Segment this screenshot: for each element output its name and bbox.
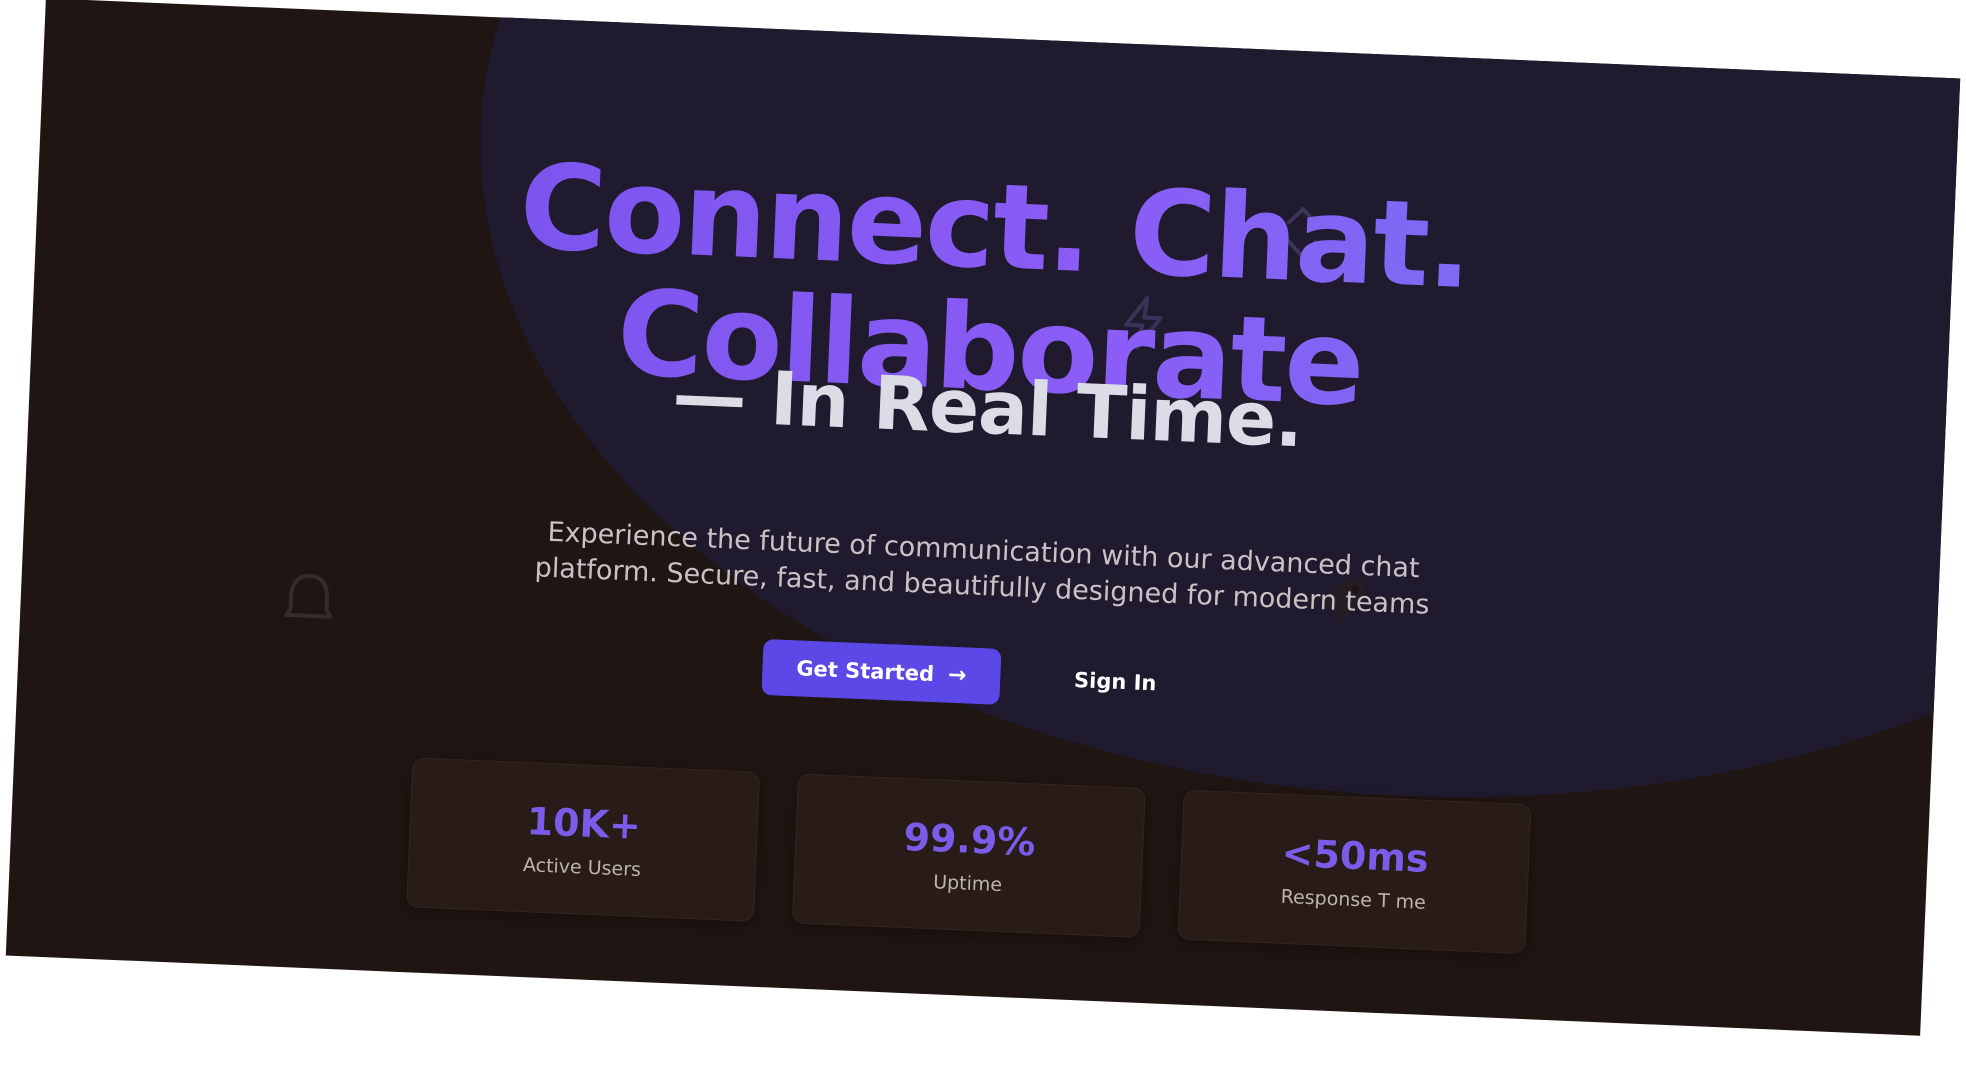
get-started-label: Get Started: [795, 656, 935, 687]
stats-row: 10K+ Active Users 99.9% Uptime <50ms Res…: [9, 741, 1930, 971]
cta-group: Get Started → Sign In: [18, 608, 1935, 744]
hero-section: Connect. Chat. Collaborate — In Real Tim…: [5, 0, 1961, 1036]
stat-label: Uptime: [932, 871, 1003, 897]
page: Connect. Chat. Collaborate — In Real Tim…: [0, 0, 1966, 1069]
get-started-button[interactable]: Get Started →: [761, 638, 1002, 705]
stat-value: 10K+: [525, 799, 642, 848]
hero-content: Connect. Chat. Collaborate — In Real Tim…: [6, 0, 1960, 1036]
stat-value: <50ms: [1280, 830, 1430, 881]
arrow-right-icon: →: [947, 662, 968, 688]
sign-in-button[interactable]: Sign In: [1039, 651, 1191, 713]
stat-card-uptime: 99.9% Uptime: [791, 773, 1146, 938]
stat-label: Active Users: [522, 854, 642, 881]
stat-card-active-users: 10K+ Active Users: [406, 757, 761, 922]
hero-description: Experience the future of communication w…: [534, 516, 1431, 621]
stat-label: Response T me: [1280, 885, 1427, 914]
stat-card-response-time: <50ms Response T me: [1177, 789, 1532, 955]
stat-value: 99.9%: [902, 814, 1037, 865]
